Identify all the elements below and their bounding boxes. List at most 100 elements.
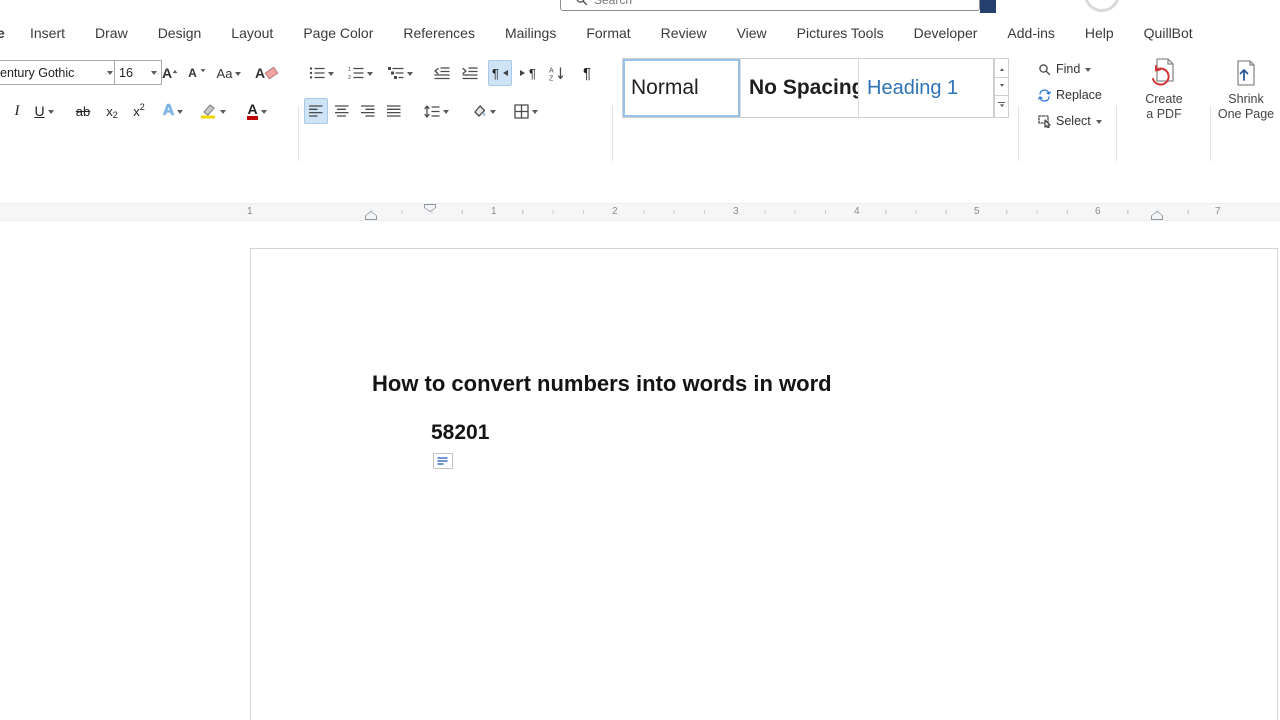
styles-scroll-down-button[interactable] xyxy=(994,77,1009,96)
document-area[interactable]: How to convert numbers into words in wor… xyxy=(0,221,1280,720)
chevron-down-icon[interactable] xyxy=(366,71,373,79)
pilcrow-icon: ¶ xyxy=(582,64,592,82)
borders-button[interactable] xyxy=(508,98,544,124)
document-number[interactable]: 58201 xyxy=(431,421,489,445)
subscript-button[interactable]: x2 xyxy=(100,98,124,124)
left-indent-marker[interactable] xyxy=(365,211,377,220)
chevron-down-icon[interactable] xyxy=(442,109,449,117)
replace-button[interactable]: Replace xyxy=(1038,88,1102,102)
document-heading[interactable]: How to convert numbers into words in wor… xyxy=(372,371,832,397)
horizontal-ruler[interactable]: 1 1 2 3 4 5 6 7 xyxy=(0,203,1280,221)
create-pdf-label-1: Create xyxy=(1145,92,1183,106)
font-size-value: 16 xyxy=(119,65,133,80)
sort-button[interactable]: AZ xyxy=(544,60,570,86)
font-name-combo[interactable]: Century Gothic xyxy=(0,60,118,85)
tab-draw[interactable]: Draw xyxy=(95,25,128,41)
avatar[interactable] xyxy=(1084,0,1120,12)
styles-gallery-more-button[interactable] xyxy=(994,96,1009,118)
decrease-indent-button[interactable] xyxy=(430,60,454,86)
chevron-down-icon[interactable] xyxy=(177,109,184,117)
multilevel-list-button[interactable] xyxy=(384,60,416,86)
autocorrect-options-button[interactable] xyxy=(433,453,453,469)
create-pdf-button[interactable]: Create a PDF xyxy=(1128,56,1200,140)
align-center-button[interactable] xyxy=(330,98,354,124)
more-bar-icon xyxy=(998,101,1005,104)
italic-button[interactable]: I xyxy=(8,98,26,124)
align-right-button[interactable] xyxy=(356,98,380,124)
tab-partial[interactable]: e xyxy=(0,25,5,41)
tab-quillbot[interactable]: QuillBot xyxy=(1144,25,1193,41)
superscript-button[interactable]: x2 xyxy=(127,98,151,124)
bullet-list-icon xyxy=(309,66,325,80)
style-heading-1[interactable]: Heading 1 xyxy=(859,59,993,117)
tab-design[interactable]: Design xyxy=(158,25,202,41)
caret-down-icon xyxy=(200,68,206,75)
shrink-one-page-button[interactable]: Shrink One Page xyxy=(1212,56,1280,140)
style-heading-1-label: Heading 1 xyxy=(867,76,959,99)
clear-formatting-label: A xyxy=(254,65,266,81)
tab-help[interactable]: Help xyxy=(1085,25,1114,41)
ruler-number: 3 xyxy=(731,206,741,217)
line-spacing-button[interactable] xyxy=(420,98,452,124)
tab-page-color[interactable]: Page Color xyxy=(303,25,373,41)
search-box[interactable]: Search xyxy=(560,0,980,11)
select-cursor-icon xyxy=(1038,114,1051,128)
font-color-button[interactable]: A xyxy=(240,98,274,124)
chevron-down-icon[interactable] xyxy=(489,109,496,117)
chevron-down-icon[interactable] xyxy=(260,109,267,117)
replace-label: Replace xyxy=(1056,88,1102,102)
strikethrough-button[interactable]: ab xyxy=(70,98,96,124)
show-formatting-button[interactable]: ¶ xyxy=(576,60,598,86)
borders-grid-icon xyxy=(514,103,529,119)
bullets-button[interactable] xyxy=(306,60,336,86)
autocorrect-icon xyxy=(437,456,449,466)
arrow-right-icon xyxy=(520,70,528,76)
align-left-button[interactable] xyxy=(304,98,328,124)
chevron-down-icon[interactable] xyxy=(1085,67,1092,75)
styles-scroll-up-button[interactable] xyxy=(994,58,1009,77)
select-button[interactable]: Select xyxy=(1038,114,1102,128)
style-normal[interactable]: Normal xyxy=(623,59,741,117)
tab-add-ins[interactable]: Add-ins xyxy=(1007,25,1054,41)
chevron-down-icon[interactable] xyxy=(1095,119,1102,127)
shading-button[interactable] xyxy=(466,98,500,124)
style-no-spacing[interactable]: No Spacing xyxy=(741,59,859,117)
tab-pictures-tools[interactable]: Pictures Tools xyxy=(797,25,884,41)
chevron-down-icon[interactable] xyxy=(107,71,113,78)
numbering-button[interactable]: 12 xyxy=(344,60,376,86)
first-line-indent-marker[interactable] xyxy=(424,204,436,212)
find-button[interactable]: Find xyxy=(1038,62,1092,76)
select-label: Select xyxy=(1056,114,1091,128)
shrink-font-button[interactable]: A xyxy=(186,60,208,86)
text-effects-button[interactable]: A xyxy=(158,98,188,124)
tab-mailings[interactable]: Mailings xyxy=(505,25,556,41)
chevron-down-icon[interactable] xyxy=(47,109,54,117)
chevron-down-icon[interactable] xyxy=(220,109,226,117)
text-highlight-button[interactable] xyxy=(196,98,230,124)
underline-button[interactable]: U xyxy=(30,98,58,124)
chevron-down-icon[interactable] xyxy=(327,71,334,79)
chevron-down-icon[interactable] xyxy=(151,71,157,78)
ltr-paragraph-button[interactable]: ¶ xyxy=(488,60,512,86)
right-indent-marker[interactable] xyxy=(1151,211,1163,220)
justify-button[interactable] xyxy=(382,98,406,124)
change-case-button[interactable]: Aa xyxy=(212,60,246,86)
tab-review[interactable]: Review xyxy=(661,25,707,41)
clear-formatting-button[interactable]: A xyxy=(252,60,280,86)
tab-insert[interactable]: Insert xyxy=(30,25,65,41)
tab-layout[interactable]: Layout xyxy=(231,25,273,41)
tab-references[interactable]: References xyxy=(403,25,475,41)
chevron-down-icon[interactable] xyxy=(406,71,413,79)
font-size-combo[interactable]: 16 xyxy=(114,60,162,85)
titlebar-accent-block[interactable] xyxy=(980,0,996,13)
increase-indent-button[interactable] xyxy=(458,60,482,86)
chevron-down-icon[interactable] xyxy=(532,109,538,117)
rtl-paragraph-button[interactable]: ¶ xyxy=(516,60,540,86)
tab-format[interactable]: Format xyxy=(586,25,630,41)
tab-view[interactable]: View xyxy=(737,25,767,41)
ruler-number: 1 xyxy=(247,206,253,217)
align-center-icon xyxy=(335,105,349,117)
create-pdf-icon xyxy=(1150,58,1178,88)
tab-developer[interactable]: Developer xyxy=(914,25,978,41)
grow-font-button[interactable]: A xyxy=(158,60,182,86)
